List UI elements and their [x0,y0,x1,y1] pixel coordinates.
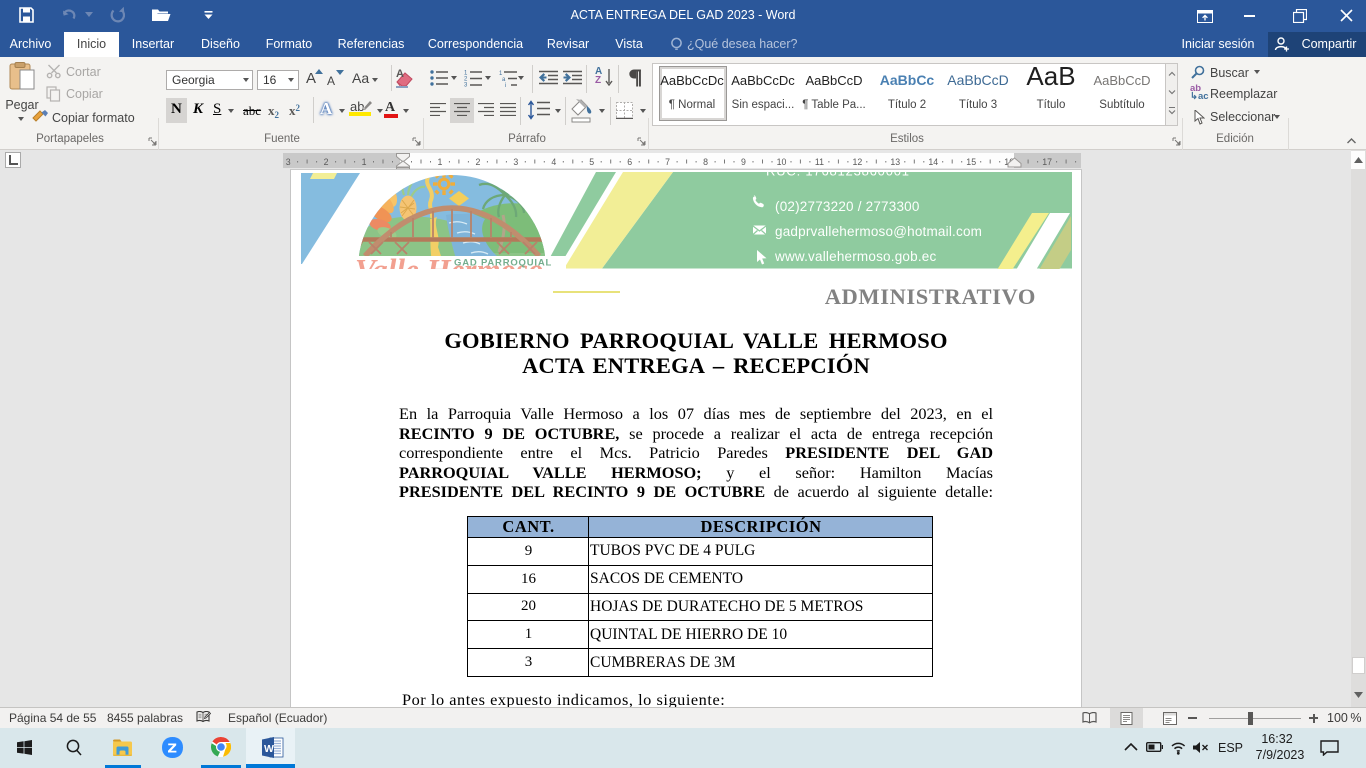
svg-text:W: W [264,743,274,755]
svg-text:12: 12 [853,157,863,167]
svg-text:4: 4 [551,157,556,167]
svg-text:RUC: 1768123860001: RUC: 1768123860001 [766,171,910,179]
svg-text:1: 1 [437,157,442,167]
svg-text:7: 7 [665,157,670,167]
svg-text:17: 17 [1042,157,1052,167]
svg-text:6: 6 [627,157,632,167]
svg-text:11: 11 [815,157,824,167]
svg-text:10: 10 [777,157,787,167]
svg-text:3: 3 [513,157,518,167]
svg-text:5: 5 [589,157,594,167]
svg-text:13: 13 [890,157,900,167]
svg-text:3: 3 [286,157,291,167]
svg-text:1: 1 [362,157,367,167]
svg-text:GAD PARROQUIAL: GAD PARROQUIAL [454,258,552,269]
svg-text:2: 2 [475,157,480,167]
svg-text:15: 15 [966,157,976,167]
svg-text:9: 9 [741,157,746,167]
svg-text:i: i [505,83,506,87]
svg-text:2: 2 [324,157,329,167]
svg-text:3: 3 [464,83,468,88]
svg-text:8: 8 [703,157,708,167]
svg-text:gadprvallehermoso@hotmail.com: gadprvallehermoso@hotmail.com [775,224,982,239]
svg-text:14: 14 [928,157,938,167]
svg-text:www.vallehermoso.gob.ec: www.vallehermoso.gob.ec [774,249,936,264]
svg-text:(02)2773220 / 2773300: (02)2773220 / 2773300 [775,199,920,214]
